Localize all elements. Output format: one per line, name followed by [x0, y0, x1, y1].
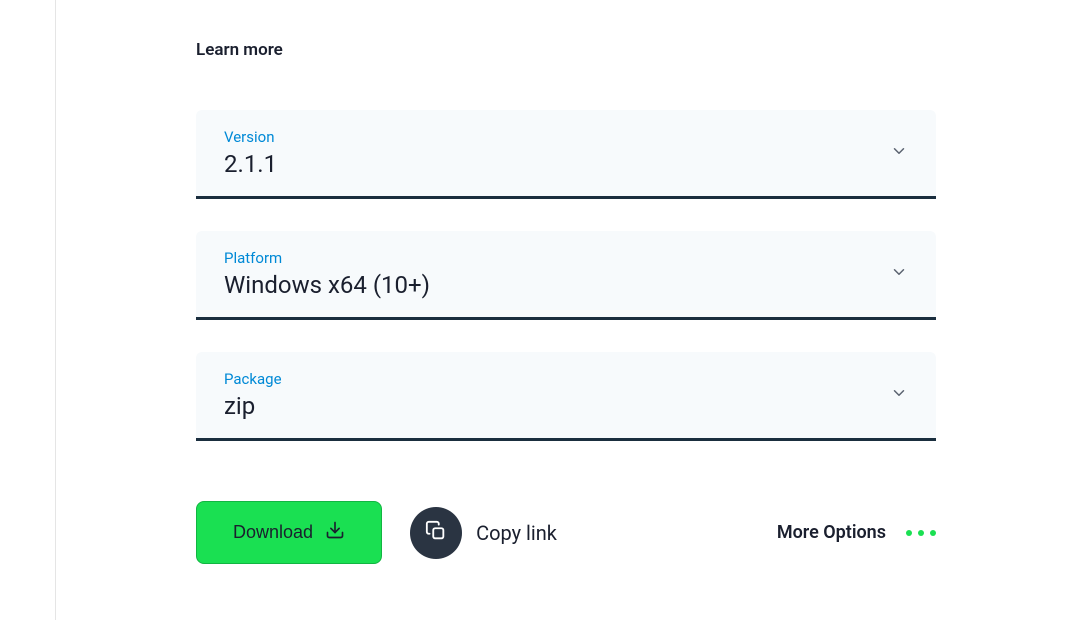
download-icon — [325, 520, 345, 545]
package-select[interactable]: Package zip — [196, 352, 936, 441]
copy-link-button[interactable]: Copy link — [410, 507, 557, 559]
download-button-label: Download — [233, 522, 313, 543]
download-form: Learn more Version 2.1.1 Platform Window… — [55, 0, 1076, 620]
chevron-down-icon — [890, 142, 908, 164]
platform-select[interactable]: Platform Windows x64 (10+) — [196, 231, 936, 320]
version-select-content: Version 2.1.1 — [224, 128, 277, 178]
chevron-down-icon — [890, 384, 908, 406]
package-select-content: Package zip — [224, 370, 282, 420]
package-value: zip — [224, 392, 282, 420]
actions-left: Download Copy link — [196, 501, 557, 564]
copy-icon — [425, 520, 447, 546]
platform-select-content: Platform Windows x64 (10+) — [224, 249, 430, 299]
version-value: 2.1.1 — [224, 150, 277, 178]
version-label: Version — [224, 128, 277, 146]
chevron-down-icon — [890, 263, 908, 285]
more-options-label: More Options — [777, 522, 886, 543]
package-label: Package — [224, 370, 282, 388]
actions-row: Download Copy link More Options — [196, 501, 936, 564]
copy-icon-circle — [410, 507, 462, 559]
download-button[interactable]: Download — [196, 501, 382, 564]
platform-label: Platform — [224, 249, 430, 267]
more-options-button[interactable]: More Options — [777, 522, 936, 543]
package-select-group: Package zip — [196, 352, 936, 441]
version-select[interactable]: Version 2.1.1 — [196, 110, 936, 199]
version-select-group: Version 2.1.1 — [196, 110, 936, 199]
more-horizontal-icon — [906, 530, 936, 536]
platform-value: Windows x64 (10+) — [224, 271, 430, 299]
copy-link-label: Copy link — [476, 521, 557, 545]
learn-more-link[interactable]: Learn more — [196, 40, 936, 60]
platform-select-group: Platform Windows x64 (10+) — [196, 231, 936, 320]
